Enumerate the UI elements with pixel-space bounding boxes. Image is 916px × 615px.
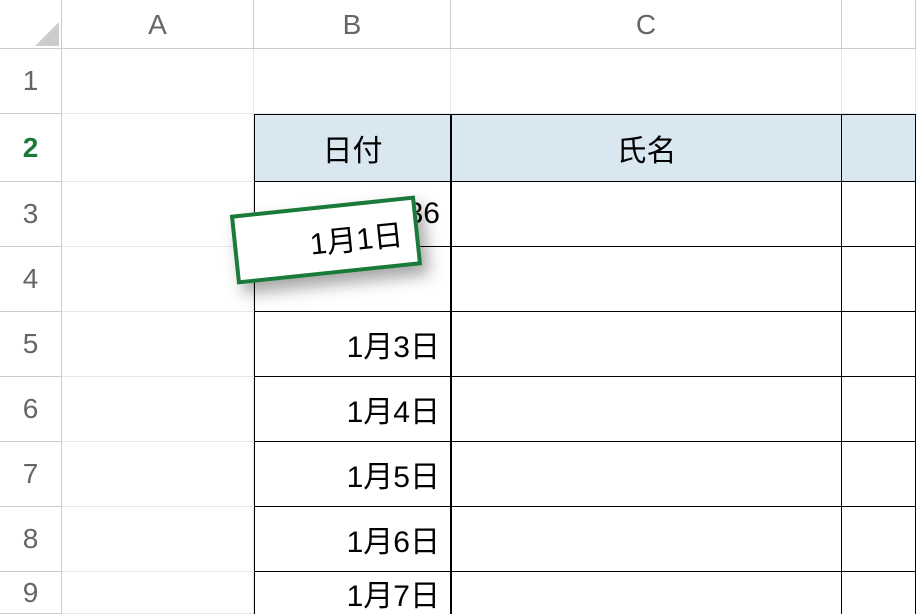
cell-c7[interactable] bbox=[451, 442, 842, 507]
row-header-2[interactable]: 2 bbox=[0, 114, 62, 182]
row-header-9[interactable]: 9 bbox=[0, 572, 62, 614]
select-all-corner[interactable] bbox=[0, 0, 62, 49]
cell-d4[interactable] bbox=[842, 247, 916, 312]
cell-a3[interactable] bbox=[62, 182, 254, 247]
cell-a6[interactable] bbox=[62, 377, 254, 442]
cell-c3[interactable] bbox=[451, 182, 842, 247]
cell-d6[interactable] bbox=[842, 377, 916, 442]
cell-d8[interactable] bbox=[842, 507, 916, 572]
cell-a9[interactable] bbox=[62, 572, 254, 614]
cell-a8[interactable] bbox=[62, 507, 254, 572]
cell-d1[interactable] bbox=[842, 49, 916, 114]
cell-b5[interactable]: 1月3日 bbox=[254, 312, 451, 377]
cell-a4[interactable] bbox=[62, 247, 254, 312]
row-header-7[interactable]: 7 bbox=[0, 442, 62, 507]
cell-a7[interactable] bbox=[62, 442, 254, 507]
cell-b9[interactable]: 1月7日 bbox=[254, 572, 451, 614]
row-header-5[interactable]: 5 bbox=[0, 312, 62, 377]
col-header-next[interactable] bbox=[842, 0, 916, 49]
cell-b8[interactable]: 1月6日 bbox=[254, 507, 451, 572]
row-header-3[interactable]: 3 bbox=[0, 182, 62, 247]
cell-c9[interactable] bbox=[451, 572, 842, 614]
overlay-value: 1月1日 bbox=[307, 210, 404, 264]
table-header-next[interactable] bbox=[842, 114, 916, 182]
cell-a5[interactable] bbox=[62, 312, 254, 377]
cell-d9[interactable] bbox=[842, 572, 916, 614]
row-header-8[interactable]: 8 bbox=[0, 507, 62, 572]
cell-b6[interactable]: 1月4日 bbox=[254, 377, 451, 442]
cell-b7[interactable]: 1月5日 bbox=[254, 442, 451, 507]
col-header-b[interactable]: B bbox=[254, 0, 451, 49]
cell-b1[interactable] bbox=[254, 49, 451, 114]
cell-d5[interactable] bbox=[842, 312, 916, 377]
cell-c1[interactable] bbox=[451, 49, 842, 114]
col-header-c[interactable]: C bbox=[451, 0, 842, 49]
row-header-1[interactable]: 1 bbox=[0, 49, 62, 114]
col-header-a[interactable]: A bbox=[62, 0, 254, 49]
table-header-date[interactable]: 日付 bbox=[254, 114, 451, 182]
cell-d7[interactable] bbox=[842, 442, 916, 507]
spreadsheet-grid: A B C 1 2 日付 氏名 3 42736 4 5 1月3日 6 1月4日 … bbox=[0, 0, 916, 614]
cell-a2[interactable] bbox=[62, 114, 254, 182]
cell-a1[interactable] bbox=[62, 49, 254, 114]
cell-c8[interactable] bbox=[451, 507, 842, 572]
row-header-6[interactable]: 6 bbox=[0, 377, 62, 442]
cell-c6[interactable] bbox=[451, 377, 842, 442]
cell-d3[interactable] bbox=[842, 182, 916, 247]
row-header-4[interactable]: 4 bbox=[0, 247, 62, 312]
table-header-name[interactable]: 氏名 bbox=[451, 114, 842, 182]
cell-c5[interactable] bbox=[451, 312, 842, 377]
cell-c4[interactable] bbox=[451, 247, 842, 312]
